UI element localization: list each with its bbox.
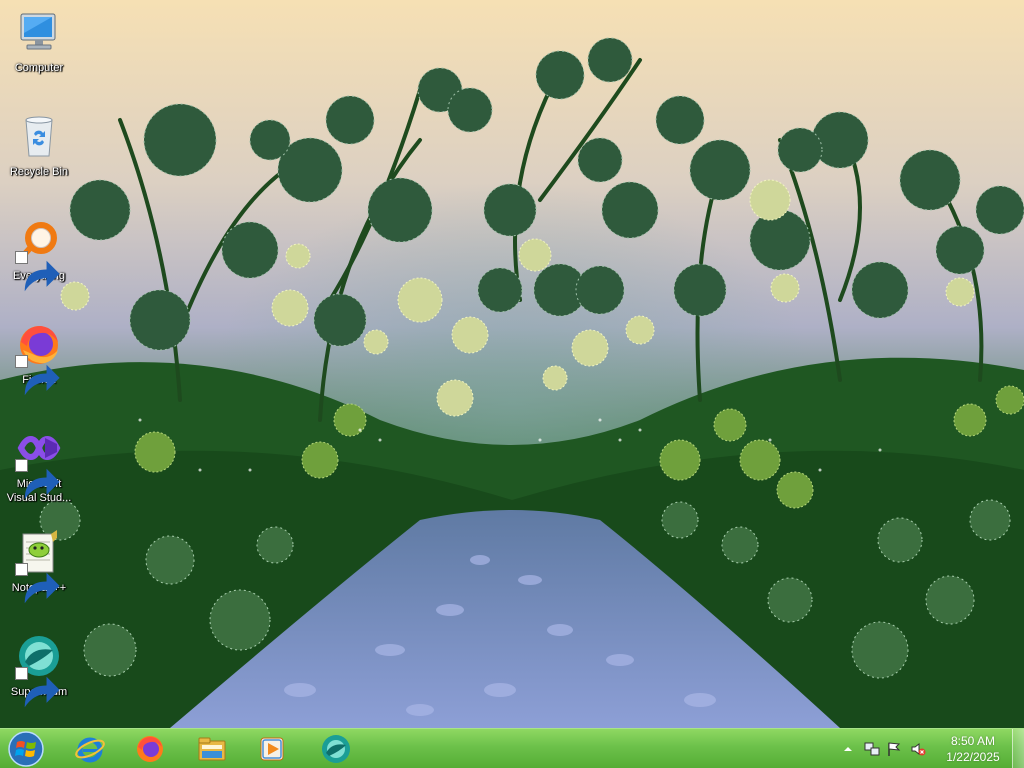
network-button[interactable]: [864, 741, 880, 757]
file-explorer-icon: [198, 737, 226, 761]
desktop-icon-computer[interactable]: Computer: [2, 4, 76, 100]
media-player-icon: [260, 737, 284, 761]
computer-icon: [20, 13, 56, 50]
desktop-icon-label: Computer: [14, 62, 64, 74]
action-center-button[interactable]: [886, 741, 902, 757]
show-hidden-icons-button[interactable]: [840, 741, 856, 757]
taskbar-firefox[interactable]: [124, 731, 176, 767]
taskbar-media-player[interactable]: [246, 731, 298, 767]
recycle-bin-icon: [25, 116, 53, 157]
clock[interactable]: 8:50 AM 1/22/2025: [934, 733, 1012, 765]
taskbar-internet-explorer[interactable]: [64, 731, 116, 767]
taskbar-supermium[interactable]: [310, 731, 362, 767]
desktop-wallpaper: [0, 0, 1024, 728]
desktop-icon-everything[interactable]: Everything: [2, 212, 76, 308]
internet-explorer-icon: [75, 737, 105, 763]
supermium-icon: [322, 735, 350, 763]
show-hidden-icons-arrow: [844, 747, 852, 751]
network-icon: [864, 742, 880, 756]
clock-date: 1/22/2025: [946, 750, 1000, 764]
taskbar: 8:50 AM 1/22/2025: [0, 728, 1024, 768]
firefox-icon: [137, 736, 163, 762]
taskbar-file-explorer[interactable]: [186, 731, 238, 767]
shortcut-arrow-icon: [15, 355, 60, 396]
windows-logo-icon: [8, 731, 44, 767]
shortcut-arrow-icon: [15, 667, 60, 708]
volume-button[interactable]: [910, 741, 926, 757]
desktop-icon-notepad-plus-plus[interactable]: Notepad++: [2, 524, 76, 620]
system-tray: 8:50 AM 1/22/2025: [834, 729, 1024, 768]
shortcut-arrow-icon: [15, 459, 60, 500]
desktop-icon-supermium[interactable]: Supermium: [2, 628, 76, 724]
shortcut-arrow-icon: [15, 563, 60, 604]
desktop-icon-recycle-bin[interactable]: Recycle Bin: [2, 108, 76, 204]
desktop-icon-label: Recycle Bin: [9, 166, 69, 178]
clock-time: 8:50 AM: [950, 734, 996, 748]
desktop-icon-visual-studio[interactable]: Microsoft Visual Stud...: [2, 420, 76, 516]
shortcut-arrow-icon: [15, 251, 60, 292]
action-center-flag-icon: [888, 742, 901, 756]
show-desktop-button[interactable]: [1012, 729, 1024, 768]
desktop-icon-firefox[interactable]: Firefox: [2, 316, 76, 412]
volume-muted-icon: [911, 743, 926, 756]
start-button[interactable]: [6, 730, 46, 768]
